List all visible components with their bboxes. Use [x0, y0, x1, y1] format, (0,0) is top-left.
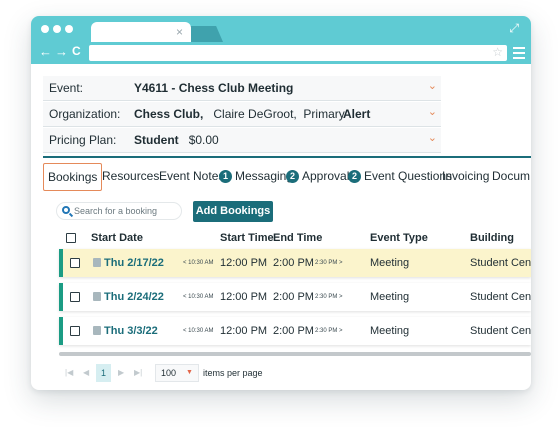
row-start-time: 12:00 PM	[220, 325, 268, 337]
table-row[interactable]: Thu 2/24/22 < 10:30 AM 12:00 PM 2:00 PM …	[59, 283, 531, 311]
items-per-page-label: items per page	[203, 368, 263, 378]
row-checkbox[interactable]	[70, 326, 80, 336]
row-end-time: 2:00 PM	[273, 291, 314, 303]
event-chevron-down-icon[interactable]: ⌄	[428, 74, 437, 99]
alert-label[interactable]: Alert	[343, 102, 370, 127]
reload-icon[interactable]: C	[72, 44, 81, 58]
calendar-icon	[93, 258, 101, 267]
row-building: Student Cent	[470, 257, 531, 269]
row-setup-time: < 10:30 AM	[183, 260, 214, 266]
window-maximize-dot[interactable]	[65, 25, 73, 33]
tab-approvals[interactable]: 2 Approvals	[286, 163, 355, 191]
row-event-type: Meeting	[370, 291, 410, 303]
forward-arrow-icon[interactable]: →	[55, 44, 68, 59]
row-checkbox[interactable]	[70, 258, 80, 268]
tab-close-icon[interactable]: ×	[176, 25, 183, 39]
section-divider	[43, 156, 531, 158]
next-page-icon[interactable]: ▶	[118, 362, 124, 384]
tab-bookings[interactable]: Bookings	[43, 163, 103, 191]
organization-chevron-down-icon[interactable]: ⌄	[428, 100, 437, 125]
address-bar[interactable]: ☆	[89, 45, 507, 61]
bookmark-star-icon[interactable]: ☆	[492, 45, 503, 59]
browser-menu-icon[interactable]	[513, 47, 525, 62]
row-start-date[interactable]: Thu 3/3/22	[93, 317, 158, 345]
select-all-checkbox[interactable]	[66, 233, 76, 243]
event-value: Y4611 - Chess Club Meeting	[134, 81, 294, 95]
tab-event-notes[interactable]: Event Notes	[159, 163, 224, 191]
browser-tab-active[interactable]: ×	[91, 22, 191, 42]
col-start-time[interactable]: Start Time	[220, 227, 274, 249]
bookings-table-header: Start Date Start Time End Time Event Typ…	[43, 227, 531, 249]
page-size-select[interactable]: 100 ▼	[155, 364, 199, 382]
row-checkbox[interactable]	[70, 292, 80, 302]
window-minimize-dot[interactable]	[53, 25, 61, 33]
row-event-type: Meeting	[370, 325, 410, 337]
event-row[interactable]: Event: Y4611 - Chess Club Meeting ⌄	[43, 76, 441, 101]
add-bookings-button[interactable]: Add Bookings	[193, 201, 273, 222]
approvals-count-badge: 2	[286, 170, 299, 183]
pricing-row[interactable]: Pricing Plan: Student $0.00 ⌄	[43, 128, 441, 153]
current-page-button[interactable]: 1	[96, 364, 111, 382]
row-setup-time: < 10:30 AM	[183, 294, 214, 300]
row-teardown-time: 2:30 PM >	[315, 294, 343, 300]
row-start-date[interactable]: Thu 2/24/22	[93, 283, 164, 311]
tab-invoicing[interactable]: Invoicing	[442, 163, 489, 191]
first-page-icon[interactable]: |◀	[65, 362, 73, 384]
prev-page-icon[interactable]: ◀	[83, 362, 89, 384]
col-end-time[interactable]: End Time	[273, 227, 322, 249]
col-event-type[interactable]: Event Type	[370, 227, 428, 249]
row-end-time: 2:00 PM	[273, 325, 314, 337]
row-event-type: Meeting	[370, 257, 410, 269]
row-end-time: 2:00 PM	[273, 257, 314, 269]
browser-navbar: ← → C ☆	[31, 42, 531, 64]
browser-window: × ⤢ ← → C ☆ Event: Y4611 - Chess Club Me…	[31, 16, 531, 390]
search-placeholder: Search for a booking	[74, 206, 158, 216]
caret-down-icon: ▼	[186, 369, 193, 376]
row-start-time: 12:00 PM	[220, 291, 268, 303]
messaging-count-badge: 1	[219, 170, 232, 183]
search-icon	[62, 206, 70, 214]
organization-row[interactable]: Organization: Chess Club, Claire DeGroot…	[43, 102, 441, 127]
booking-search-input[interactable]: Search for a booking	[56, 202, 182, 220]
expand-icon[interactable]: ⤢	[509, 21, 519, 36]
pricing-value: Student $0.00	[134, 133, 219, 147]
tab-documents[interactable]: Docum	[492, 163, 530, 191]
col-building[interactable]: Building	[470, 227, 514, 249]
pagination: |◀ ◀ 1 ▶ ▶| 100 ▼ items per page	[31, 362, 531, 384]
row-start-date[interactable]: Thu 2/17/22	[93, 249, 164, 277]
pricing-chevron-down-icon[interactable]: ⌄	[428, 126, 437, 151]
organization-value: Chess Club, Claire DeGroot, Primary	[134, 107, 345, 121]
back-arrow-icon[interactable]: ←	[39, 44, 52, 59]
row-setup-time: < 10:30 AM	[183, 328, 214, 334]
tab-resources[interactable]: Resources	[102, 163, 159, 191]
row-building: Student Cent	[470, 325, 531, 337]
col-start-date[interactable]: Start Date	[91, 227, 143, 249]
organization-label: Organization:	[49, 107, 121, 121]
row-teardown-time: 2:30 PM >	[315, 328, 343, 334]
last-page-icon[interactable]: ▶|	[134, 362, 142, 384]
event-questions-count-badge: 2	[348, 170, 361, 183]
row-start-time: 12:00 PM	[220, 257, 268, 269]
row-building: Student Cent	[470, 291, 531, 303]
browser-titlebar: × ⤢	[31, 16, 531, 42]
tab-messaging[interactable]: 1 Messaging	[219, 163, 293, 191]
row-teardown-time: 2:30 PM >	[315, 260, 343, 266]
table-row[interactable]: Thu 3/3/22 < 10:30 AM 12:00 PM 2:00 PM 2…	[59, 317, 531, 345]
calendar-icon	[93, 292, 101, 301]
tab-event-questions[interactable]: 2 Event Questions	[348, 163, 452, 191]
table-row[interactable]: Thu 2/17/22 < 10:30 AM 12:00 PM 2:00 PM …	[59, 249, 531, 277]
window-close-dot[interactable]	[41, 25, 49, 33]
event-label: Event:	[49, 81, 84, 95]
pricing-label: Pricing Plan:	[49, 133, 117, 147]
calendar-icon	[93, 326, 101, 335]
horizontal-scrollbar[interactable]	[59, 352, 531, 356]
